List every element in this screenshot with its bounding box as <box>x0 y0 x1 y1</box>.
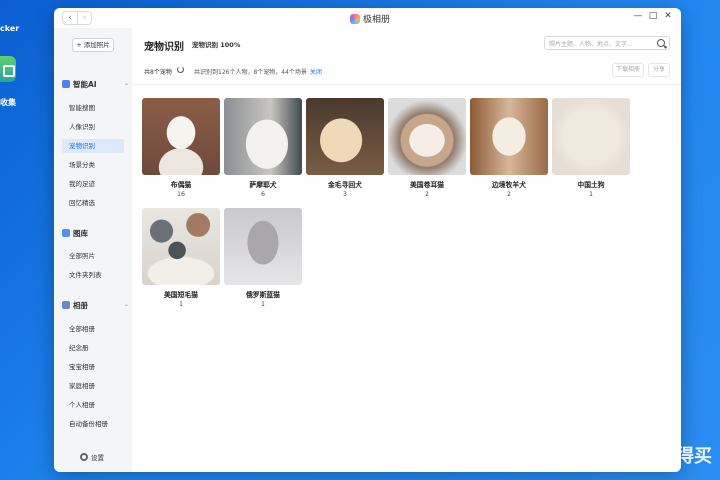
pet-photo-count: 6 <box>260 191 265 198</box>
main-content: 宠物识别 宠物识别 100% 照片主题、人物、地点、文字... 共8个宠物 共识… <box>132 28 681 472</box>
watermark-small: 新浪 <box>606 448 616 466</box>
group-gallery[interactable]: 图库 <box>62 227 88 239</box>
sidebar-item-pet-recognition[interactable]: 宠物识别 <box>62 139 124 153</box>
ai-icon <box>62 80 70 88</box>
nav-buttons: ‹ › <box>62 11 92 25</box>
desktop-label-top: cker <box>0 24 20 33</box>
pet-card[interactable]: 美国短毛猫 1 <box>142 208 220 308</box>
sidebar-item-footprints[interactable]: 我的足迹 <box>62 177 124 191</box>
pet-name: 金毛寻回犬 <box>328 181 362 189</box>
watermark-text: 什么值得买 <box>622 446 712 467</box>
search-icon[interactable] <box>657 39 665 47</box>
sidebar-item-baby-album[interactable]: 宝宝相册 <box>62 360 124 374</box>
pet-card[interactable]: 美国卷耳猫 2 <box>388 98 466 198</box>
pet-photo-count: 2 <box>424 191 429 198</box>
sidebar-item-memorial-album[interactable]: 纪念册 <box>62 341 124 355</box>
sidebar: + 添加照片 智能AI ⌄ 智能搜图 人像识别 宠物识别 场景分类 我的足迹 回… <box>54 28 132 472</box>
app-title: 极相册 <box>350 12 390 25</box>
pet-photo-count: 1 <box>588 191 593 198</box>
pet-name: 边境牧羊犬 <box>492 181 526 189</box>
pet-card[interactable]: 金毛寻回犬 3 <box>306 98 384 198</box>
sidebar-item-memories[interactable]: 回忆精选 <box>62 196 124 210</box>
divider <box>132 84 681 85</box>
desktop-app-icon[interactable] <box>0 56 16 82</box>
pet-name: 萨摩耶犬 <box>249 181 277 189</box>
recognition-status: 宠物识别 100% <box>192 41 241 49</box>
back-button[interactable]: ‹ <box>63 12 77 24</box>
maximize-button[interactable]: □ <box>647 11 659 21</box>
download-album-button[interactable]: 下载相册 <box>612 63 644 77</box>
pet-name: 中国土狗 <box>577 181 605 189</box>
chevron-down-icon[interactable]: ⌄ <box>124 80 129 87</box>
group-title: 智能AI <box>73 79 97 89</box>
pet-card[interactable]: 俄罗斯蓝猫 1 <box>224 208 302 308</box>
pet-name: 美国卷耳猫 <box>410 181 444 189</box>
pet-name: 布偶猫 <box>170 181 192 189</box>
pet-photo-count: 16 <box>176 191 185 198</box>
group-albums[interactable]: 相册 <box>62 299 88 311</box>
pet-thumbnail[interactable] <box>224 208 302 285</box>
page-title: 宠物识别 <box>144 42 184 53</box>
pet-photo-count: 2 <box>506 191 511 198</box>
app-logo-icon <box>350 13 360 24</box>
album-icon <box>62 301 70 309</box>
sidebar-item-folders[interactable]: 文件夹列表 <box>62 268 124 282</box>
sidebar-item-scene-classification[interactable]: 场景分类 <box>62 158 124 172</box>
group-smart-ai[interactable]: 智能AI <box>62 78 97 90</box>
app-title-text: 极相册 <box>363 15 391 25</box>
sidebar-item-smart-search[interactable]: 智能搜图 <box>62 101 124 115</box>
pet-photo-count: 1 <box>178 301 183 308</box>
add-photo-button[interactable]: + 添加照片 <box>72 38 114 52</box>
chevron-down-icon[interactable]: ⌄ <box>124 301 129 308</box>
pet-thumbnail[interactable] <box>224 98 302 175</box>
desktop-label-bottom: 收集 <box>0 98 16 107</box>
pet-thumbnail[interactable] <box>142 208 220 285</box>
pet-thumbnail[interactable] <box>306 98 384 175</box>
group-title: 图库 <box>73 228 88 238</box>
pet-name: 俄罗斯蓝猫 <box>246 291 280 299</box>
search-input[interactable]: 照片主题、人物、地点、文字... <box>544 36 670 50</box>
pet-card[interactable]: 萨摩耶犬 6 <box>224 98 302 198</box>
pet-photo-count: 3 <box>342 191 347 198</box>
pet-thumbnail[interactable] <box>470 98 548 175</box>
pet-thumbnail[interactable] <box>142 98 220 175</box>
sidebar-item-auto-backup-album[interactable]: 自动备份相册 <box>62 417 124 431</box>
app-window: ‹ › 极相册 — □ ✕ + 添加照片 智能AI ⌄ 智能搜图 人像识别 宠物… <box>54 8 681 472</box>
refresh-icon[interactable] <box>177 66 184 73</box>
pet-photo-count: 1 <box>260 301 265 308</box>
pet-name: 美国短毛猫 <box>164 291 198 299</box>
settings-label: 设置 <box>91 454 104 462</box>
watermark-small-bottom: 浪 <box>605 456 615 466</box>
pet-thumbnail[interactable] <box>388 98 466 175</box>
settings-button[interactable]: 设置 <box>80 452 104 462</box>
sidebar-item-family-album[interactable]: 家庭相册 <box>62 379 124 393</box>
recognition-summary: 共识别到126个人物，8个宠物，44个场景 关闭 <box>194 67 322 76</box>
forward-button[interactable]: › <box>77 12 91 24</box>
pet-card[interactable]: 布偶猫 16 <box>142 98 220 198</box>
gear-icon <box>80 453 88 461</box>
pet-count: 共8个宠物 <box>144 69 172 76</box>
pet-card[interactable]: 中国土狗 1 <box>552 98 630 198</box>
close-link[interactable]: 关闭 <box>310 69 322 76</box>
watermark: 新浪 什么值得买 <box>606 448 712 466</box>
sidebar-item-all-photos[interactable]: 全部照片 <box>62 249 124 263</box>
sidebar-item-personal-album[interactable]: 个人相册 <box>62 398 124 412</box>
title-bar: ‹ › 极相册 — □ ✕ <box>54 8 681 28</box>
sidebar-item-all-albums[interactable]: 全部相册 <box>62 322 124 336</box>
minimize-button[interactable]: — <box>632 11 644 21</box>
search-placeholder: 照片主题、人物、地点、文字... <box>549 41 633 48</box>
summary-text: 共识别到126个人物，8个宠物，44个场景 <box>194 69 307 76</box>
gallery-icon <box>62 229 70 237</box>
pet-thumbnail[interactable] <box>552 98 630 175</box>
group-title: 相册 <box>73 300 88 310</box>
pet-card[interactable]: 边境牧羊犬 2 <box>470 98 548 198</box>
close-button[interactable]: ✕ <box>662 11 674 21</box>
sidebar-item-face-recognition[interactable]: 人像识别 <box>62 120 124 134</box>
share-button[interactable]: 分享 <box>648 63 670 77</box>
